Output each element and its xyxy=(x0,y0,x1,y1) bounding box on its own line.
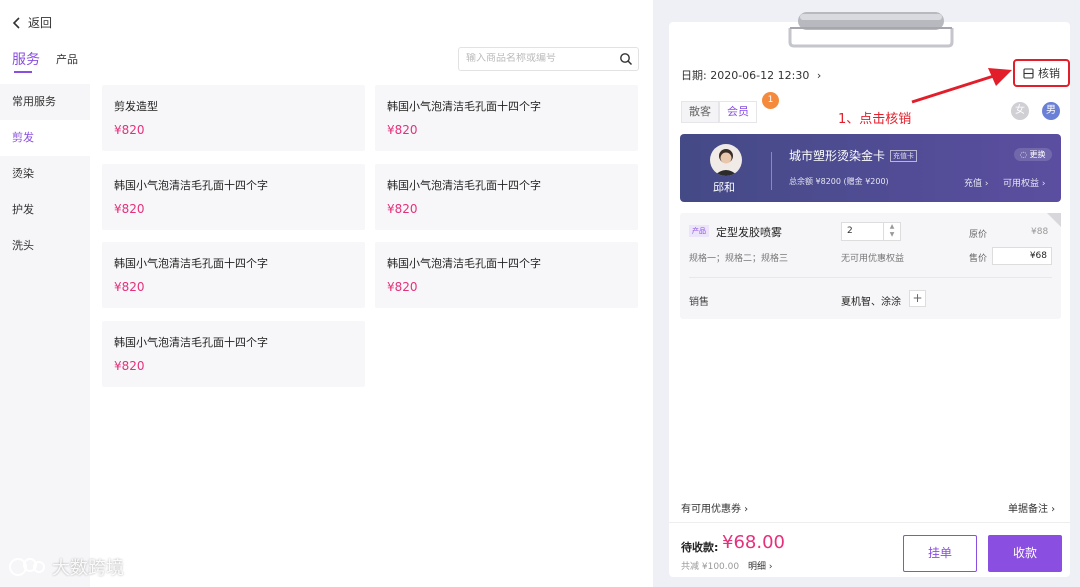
product-price: ¥820 xyxy=(387,202,418,216)
product-panel: 返回 服务 产品 常用服务 剪发 烫染 护发 洗头 剪发造型 ¥820 韩国小气… xyxy=(0,0,653,587)
product-name: 韩国小气泡清洁毛孔面十四个字 xyxy=(114,336,268,349)
recharge-link[interactable]: 充值 › xyxy=(964,176,988,189)
date-value: 2020-06-12 12:30 xyxy=(710,69,810,82)
product-name: 韩国小气泡清洁毛孔面十四个字 xyxy=(387,100,541,113)
discount-summary: 共减 ¥100.00 明细 › xyxy=(681,559,772,572)
product-price: ¥820 xyxy=(387,280,418,294)
tab-service[interactable]: 服务 xyxy=(12,49,40,69)
sidebar-item-hair-care[interactable]: 护发 xyxy=(0,192,90,228)
remove-item-icon[interactable] xyxy=(1047,213,1061,227)
member-card-name: 城市塑形烫染金卡 xyxy=(789,149,886,163)
member-count-badge: 1 xyxy=(762,92,779,109)
verify-button[interactable]: 核销 xyxy=(1013,59,1070,87)
original-price-label: 原价 xyxy=(969,230,988,240)
amount-due: ¥68.00 xyxy=(722,532,785,553)
product-price: ¥820 xyxy=(114,359,145,373)
product-card[interactable]: 韩国小气泡清洁毛孔面十四个字 ¥820 xyxy=(375,85,638,151)
product-card[interactable]: 韩国小气泡清洁毛孔面十四个字 ¥820 xyxy=(375,242,638,308)
product-name: 韩国小气泡清洁毛孔面十四个字 xyxy=(387,257,541,270)
coupons-link[interactable]: 有可用优惠券 › xyxy=(681,500,748,515)
member-name: 邱和 xyxy=(713,181,735,194)
quantity-value: 2 xyxy=(847,226,853,236)
back-label: 返回 xyxy=(28,16,53,30)
item-divider xyxy=(689,277,1052,278)
item-specs: 规格一；规格二；规格三 xyxy=(689,254,789,264)
watermark-text: 大数跨境 xyxy=(52,558,124,579)
chevron-left-icon xyxy=(12,16,20,29)
card-balance: 总余额 ¥8200 (赠金 ¥200) xyxy=(789,177,889,186)
gender-female-button[interactable]: 女 xyxy=(1011,102,1029,120)
clipboard-clip-icon xyxy=(788,12,954,48)
seller-label: 销售 xyxy=(689,297,709,308)
annotation-text: 1、点击核销 xyxy=(838,112,912,127)
search-icon[interactable] xyxy=(619,52,633,66)
back-button[interactable]: 返回 xyxy=(12,14,52,31)
tab-product[interactable]: 产品 xyxy=(56,51,78,67)
ticket-icon xyxy=(1023,67,1034,79)
gender-male-button[interactable]: 男 xyxy=(1042,102,1060,120)
search-input[interactable] xyxy=(466,53,616,64)
toggle-guest[interactable]: 散客 xyxy=(681,101,719,123)
collect-payment-button[interactable]: 收款 xyxy=(988,535,1062,572)
item-name: 定型发胶喷雾 xyxy=(716,226,782,239)
product-card[interactable]: 韩国小气泡清洁毛孔面十四个字 ¥820 xyxy=(102,164,365,230)
member-card: 邱和 城市塑形烫染金卡 充值卡 ◌ 更换 总余额 ¥8200 (赠金 ¥200)… xyxy=(680,134,1061,202)
product-price: ¥820 xyxy=(114,202,145,216)
total-discount: 共减 ¥100.00 xyxy=(681,562,740,572)
card-type-tag: 充值卡 xyxy=(890,150,917,162)
refresh-icon: ◌ xyxy=(1020,150,1027,159)
watermark: 大数跨境 xyxy=(8,554,124,580)
product-price: ¥820 xyxy=(114,280,145,294)
product-price: ¥820 xyxy=(114,123,145,137)
discount-status: 无可用优惠权益 xyxy=(841,254,905,264)
avatar xyxy=(710,144,742,176)
watermark-logo-icon xyxy=(9,558,45,576)
product-name: 剪发造型 xyxy=(114,100,158,113)
sale-price-field[interactable]: ¥68 xyxy=(992,247,1052,265)
stepper-arrows-icon[interactable]: ▲ ▼ xyxy=(883,223,900,240)
quantity-stepper[interactable]: 2 ▲ ▼ xyxy=(841,222,901,241)
sale-price-label: 售价 xyxy=(969,254,988,264)
order-item: 产品 定型发胶喷雾 2 ▲ ▼ 原价 ¥88 规格一；规格二；规格三 无可用优惠权… xyxy=(680,213,1061,319)
customer-type-toggle: 散客 会员 xyxy=(681,101,757,123)
sidebar-item-haircut[interactable]: 剪发 xyxy=(0,120,90,156)
order-remark-link[interactable]: 单据备注 › xyxy=(1008,500,1055,515)
verify-label: 核销 xyxy=(1038,67,1060,80)
order-date[interactable]: 日期: 2020-06-12 12:30 › xyxy=(681,67,821,83)
original-price: ¥88 xyxy=(1031,227,1049,237)
category-sidebar: 常用服务 剪发 烫染 护发 洗头 xyxy=(0,84,90,587)
hold-order-button[interactable]: 挂单 xyxy=(903,535,977,572)
tab-active-indicator xyxy=(14,71,32,73)
product-price: ¥820 xyxy=(387,123,418,137)
product-card[interactable]: 韩国小气泡清洁毛孔面十四个字 ¥820 xyxy=(102,321,365,387)
product-name: 韩国小气泡清洁毛孔面十四个字 xyxy=(387,179,541,192)
date-label: 日期: xyxy=(681,69,707,82)
search-box[interactable] xyxy=(458,47,639,71)
sidebar-item-wash[interactable]: 洗头 xyxy=(0,228,90,264)
product-card[interactable]: 韩国小气泡清洁毛孔面十四个字 ¥820 xyxy=(102,242,365,308)
switch-card-button[interactable]: ◌ 更换 xyxy=(1014,148,1052,161)
product-name: 韩国小气泡清洁毛孔面十四个字 xyxy=(114,257,268,270)
switch-label: 更换 xyxy=(1029,150,1046,159)
seller-names: 夏机智、涂涂 xyxy=(841,297,901,308)
toggle-member[interactable]: 会员 xyxy=(719,101,757,123)
card-divider xyxy=(771,152,772,190)
product-name: 韩国小气泡清洁毛孔面十四个字 xyxy=(114,179,268,192)
chevron-right-icon: › xyxy=(816,69,822,82)
detail-link[interactable]: 明细 › xyxy=(748,562,772,572)
item-type-tag: 产品 xyxy=(689,225,709,237)
product-card[interactable]: 韩国小气泡清洁毛孔面十四个字 ¥820 xyxy=(375,164,638,230)
sidebar-item-perm-dye[interactable]: 烫染 xyxy=(0,156,90,192)
sidebar-item-common[interactable]: 常用服务 xyxy=(0,84,90,120)
product-card[interactable]: 剪发造型 ¥820 xyxy=(102,85,365,151)
benefits-link[interactable]: 可用权益 › xyxy=(1003,176,1045,189)
footer-divider xyxy=(669,522,1070,523)
arrow-annotation-icon xyxy=(911,68,1012,104)
amount-due-label: 待收款: xyxy=(681,541,719,554)
add-seller-button[interactable]: + xyxy=(909,290,926,307)
